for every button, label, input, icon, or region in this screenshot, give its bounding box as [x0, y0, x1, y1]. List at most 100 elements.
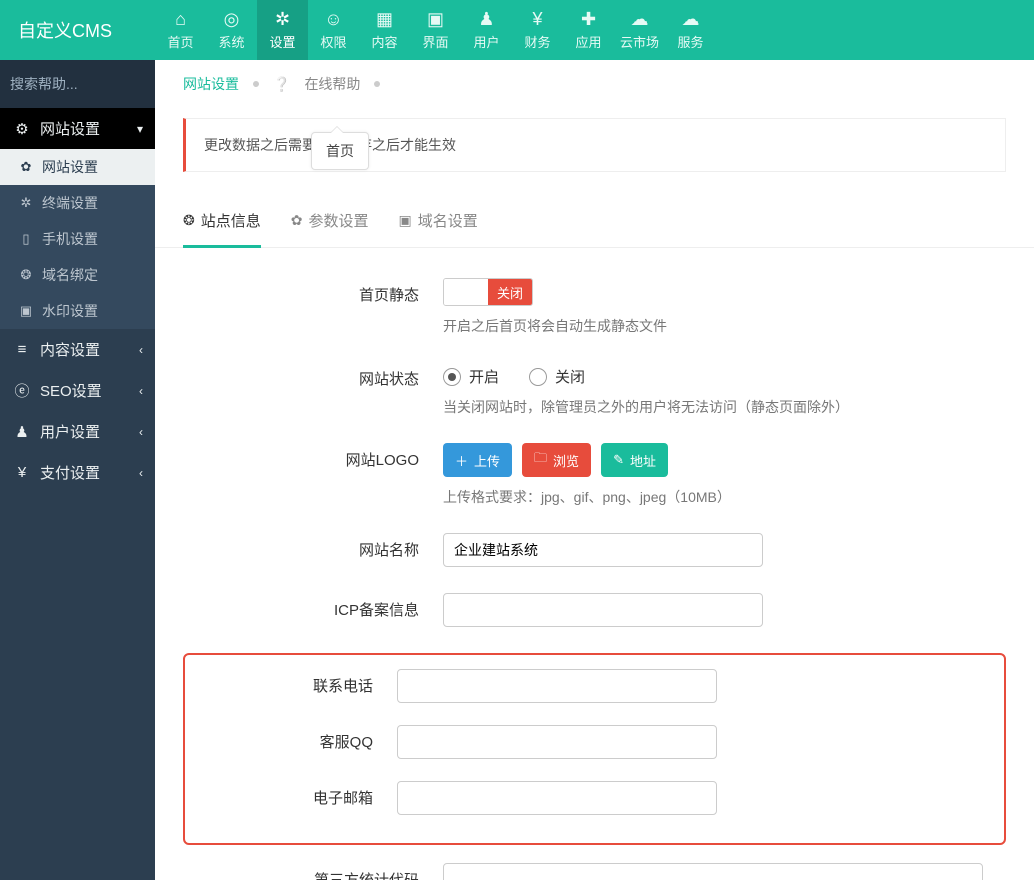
separator-dot-icon — [253, 81, 259, 87]
cloud2-icon: ☁ — [682, 10, 700, 28]
btn-upload[interactable]: ＋上传 — [443, 443, 512, 477]
topnav-finance[interactable]: ¥财务 — [512, 0, 563, 60]
topnav-services[interactable]: ☁服务 — [665, 0, 716, 60]
label-static: 首页静态 — [183, 278, 443, 305]
mobile-icon: ▯ — [16, 231, 36, 247]
sidebar-search: 🔍 — [0, 60, 155, 108]
switch-home-static[interactable]: 关闭 — [443, 278, 533, 306]
chevron-left-icon: ‹ — [139, 384, 143, 398]
switch-off-text: 关闭 — [488, 279, 532, 305]
gear-icon: ✿ — [16, 159, 36, 175]
person-icon: ♟ — [12, 423, 32, 441]
radio-status-off[interactable]: 关闭 — [529, 366, 585, 387]
sidebar-item-site-settings[interactable]: ✿网站设置 — [0, 149, 155, 185]
sidebar-group-seo[interactable]: ⓔSEO设置‹ — [0, 370, 155, 411]
help-logo: 上传格式要求：jpg、gif、png、jpeg（10MB） — [443, 487, 1006, 507]
globe-icon: ❂ — [16, 267, 36, 283]
separator-dot-icon — [374, 81, 380, 87]
topnav-home[interactable]: ⌂首页 — [155, 0, 206, 60]
chevron-down-icon: ▾ — [137, 122, 143, 136]
chevron-left-icon: ‹ — [139, 425, 143, 439]
help-static: 开启之后首页将会自动生成静态文件 — [443, 316, 1006, 336]
gear3-icon: ✿ — [291, 212, 303, 229]
sidebar-group-content[interactable]: ≡内容设置‹ — [0, 329, 155, 370]
sidebar-item-terminal[interactable]: ✲终端设置 — [0, 185, 155, 221]
puzzle-icon: ✚ — [581, 10, 596, 28]
topbar: 自定义CMS ⌂首页 ◎系统 ✲设置 ☺权限 ▦内容 ▣界面 ♟用户 ¥财务 ✚… — [0, 0, 1034, 60]
sidebar-group-site[interactable]: ⚙ 网站设置 ▾ — [0, 108, 155, 149]
topnav: ⌂首页 ◎系统 ✲设置 ☺权限 ▦内容 ▣界面 ♟用户 ¥财务 ✚应用 ☁云市场… — [155, 0, 716, 60]
topnav-market[interactable]: ☁云市场 — [614, 0, 665, 60]
tabs: ❂站点信息 ✿参数设置 ▣域名设置 — [155, 178, 1034, 248]
square-icon: ▣ — [399, 212, 412, 229]
btn-url[interactable]: ✎地址 — [601, 443, 668, 477]
breadcrumb: 网站设置 ❔ 在线帮助 — [155, 60, 1034, 104]
brand: 自定义CMS — [0, 0, 155, 60]
radio-unchecked-icon — [529, 368, 547, 386]
gears2-icon: ✲ — [16, 195, 36, 211]
label-qq: 客服QQ — [213, 725, 397, 752]
crumb-site-settings[interactable]: 网站设置 — [183, 74, 239, 94]
sidebar-sub-site: ✿网站设置 ✲终端设置 ▯手机设置 ❂域名绑定 ▣水印设置 — [0, 149, 155, 329]
crumb-help[interactable]: 在线帮助 — [304, 74, 360, 94]
gear-icon: ⚙ — [12, 120, 32, 138]
info-banner: 更改数据之后需要更新缓存之后才能生效 — [183, 118, 1006, 172]
sidebar-group-user[interactable]: ♟用户设置‹ — [0, 411, 155, 452]
topnav-content[interactable]: ▦内容 — [359, 0, 410, 60]
topnav-user[interactable]: ♟用户 — [461, 0, 512, 60]
label-icp: ICP备案信息 — [183, 593, 443, 620]
tab-domain[interactable]: ▣域名设置 — [399, 200, 478, 248]
home-icon: ⌂ — [175, 10, 186, 28]
tab-site-info[interactable]: ❂站点信息 — [183, 200, 261, 248]
input-email[interactable] — [397, 781, 717, 815]
label-phone: 联系电话 — [213, 669, 397, 696]
sidebar-group-pay[interactable]: ¥支付设置‹ — [0, 452, 155, 493]
chevron-left-icon: ‹ — [139, 343, 143, 357]
topnav-permissions[interactable]: ☺权限 — [308, 0, 359, 60]
help-status: 当关闭网站时，除管理员之外的用户将无法访问（静态页面除外） — [443, 397, 1006, 417]
help-circle-icon: ❔ — [273, 76, 290, 93]
yen2-icon: ¥ — [12, 464, 32, 481]
topnav-apps[interactable]: ✚应用 — [563, 0, 614, 60]
input-site-name[interactable] — [443, 533, 763, 567]
folder-icon: 🗀 — [534, 449, 547, 471]
label-status: 网站状态 — [183, 362, 443, 389]
input-icp[interactable] — [443, 593, 763, 627]
tab-params[interactable]: ✿参数设置 — [291, 200, 369, 248]
sidebar: 🔍 ⚙ 网站设置 ▾ ✿网站设置 ✲终端设置 ▯手机设置 ❂域名绑定 ▣水印设置… — [0, 60, 155, 880]
label-logo: 网站LOGO — [183, 443, 443, 470]
globe2-icon: ❂ — [183, 212, 195, 229]
label-site-name: 网站名称 — [183, 533, 443, 560]
sidebar-item-mobile[interactable]: ▯手机设置 — [0, 221, 155, 257]
input-phone[interactable] — [397, 669, 717, 703]
highlight-box: 联系电话 客服QQ 电子邮箱 — [183, 653, 1006, 845]
yen-icon: ¥ — [532, 10, 542, 28]
gears-icon: ✲ — [275, 10, 290, 28]
sidebar-item-domain[interactable]: ❂域名绑定 — [0, 257, 155, 293]
ie-icon: ⓔ — [12, 380, 32, 401]
textarea-stats[interactable] — [443, 863, 983, 880]
form: 首页静态 关闭 开启之后首页将会自动生成静态文件 网站状态 开启 关闭 当 — [155, 248, 1034, 880]
chevron-left-icon: ‹ — [139, 466, 143, 480]
image-icon: ▣ — [16, 303, 36, 319]
cloud-icon: ☁ — [631, 10, 649, 28]
tooltip-popover: 首页 — [311, 132, 369, 170]
sidebar-item-watermark[interactable]: ▣水印设置 — [0, 293, 155, 329]
topnav-settings[interactable]: ✲设置 — [257, 0, 308, 60]
layout-icon: ▣ — [427, 10, 444, 28]
topnav-ui[interactable]: ▣界面 — [410, 0, 461, 60]
label-stats: 第三方统计代码 — [183, 863, 443, 880]
label-email: 电子邮箱 — [213, 781, 397, 808]
main-content: 首页 网站设置 ❔ 在线帮助 更改数据之后需要更新缓存之后才能生效 ❂站点信息 … — [155, 60, 1034, 880]
edit-icon: ✎ — [613, 452, 624, 468]
radio-status-on[interactable]: 开启 — [443, 366, 499, 387]
list-icon: ≡ — [12, 341, 32, 358]
plus-icon: ＋ — [455, 451, 468, 470]
topnav-system[interactable]: ◎系统 — [206, 0, 257, 60]
btn-browse[interactable]: 🗀浏览 — [522, 443, 591, 477]
grid-icon: ▦ — [376, 10, 393, 28]
user-icon: ♟ — [478, 10, 494, 28]
radio-checked-icon — [443, 368, 461, 386]
input-qq[interactable] — [397, 725, 717, 759]
chip-icon: ◎ — [224, 10, 240, 28]
